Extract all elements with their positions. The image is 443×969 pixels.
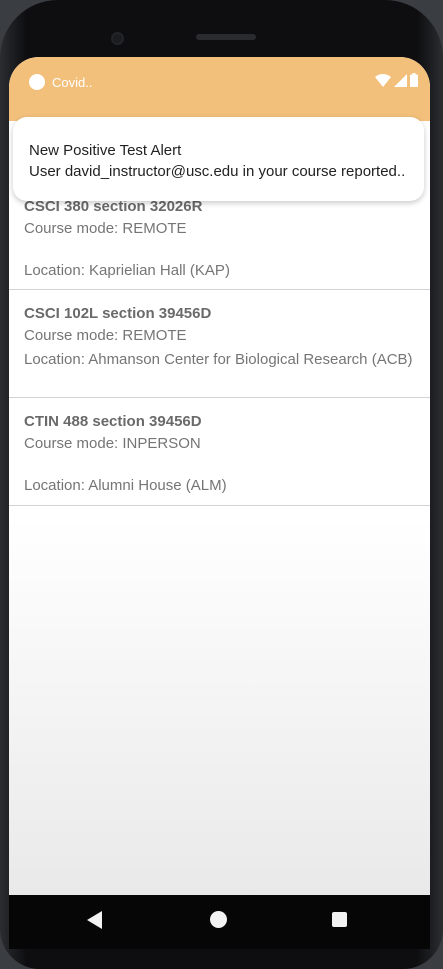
- notification-title: New Positive Test Alert: [29, 142, 182, 159]
- course-item[interactable]: CTIN 488 section 39456D Course mode: INP…: [9, 398, 430, 506]
- home-icon[interactable]: [210, 911, 227, 928]
- battery-icon: [410, 73, 418, 87]
- front-camera: [111, 32, 124, 45]
- notification-dot-icon: [29, 74, 45, 90]
- course-title: CSCI 102L section 39456D: [24, 305, 212, 322]
- course-location: Location: Alumni House (ALM): [24, 477, 227, 494]
- back-icon[interactable]: [87, 911, 103, 929]
- recent-apps-icon[interactable]: [332, 912, 347, 927]
- course-location: Location: Ahmanson Center for Biological…: [24, 351, 413, 368]
- status-bar: Covid..: [9, 57, 430, 121]
- course-title: CTIN 488 section 39456D: [24, 413, 202, 430]
- status-icons: [375, 73, 418, 87]
- status-app-name: Covid..: [52, 75, 93, 90]
- course-mode: Course mode: INPERSON: [24, 435, 201, 452]
- wifi-icon: [375, 73, 391, 87]
- cellular-signal-icon: [394, 73, 407, 87]
- notification-text: User david_instructor@usc.edu in your co…: [29, 163, 406, 180]
- course-mode: Course mode: REMOTE: [24, 220, 187, 237]
- course-location: Location: Kaprielian Hall (KAP): [24, 262, 230, 279]
- notification-card[interactable]: New Positive Test Alert User david_instr…: [13, 117, 424, 201]
- course-item[interactable]: CSCI 102L section 39456D Course mode: RE…: [9, 290, 430, 398]
- earpiece-speaker: [196, 34, 256, 40]
- course-list: CSCI 380 section 32026R Course mode: REM…: [9, 187, 430, 506]
- navigation-bar: [9, 895, 430, 949]
- phone-frame: Covid.. CSCI 380 section 32026R Course m…: [0, 0, 443, 969]
- screen: Covid.. CSCI 380 section 32026R Course m…: [9, 57, 430, 895]
- course-item[interactable]: CSCI 380 section 32026R Course mode: REM…: [9, 187, 430, 290]
- course-mode: Course mode: REMOTE: [24, 327, 187, 344]
